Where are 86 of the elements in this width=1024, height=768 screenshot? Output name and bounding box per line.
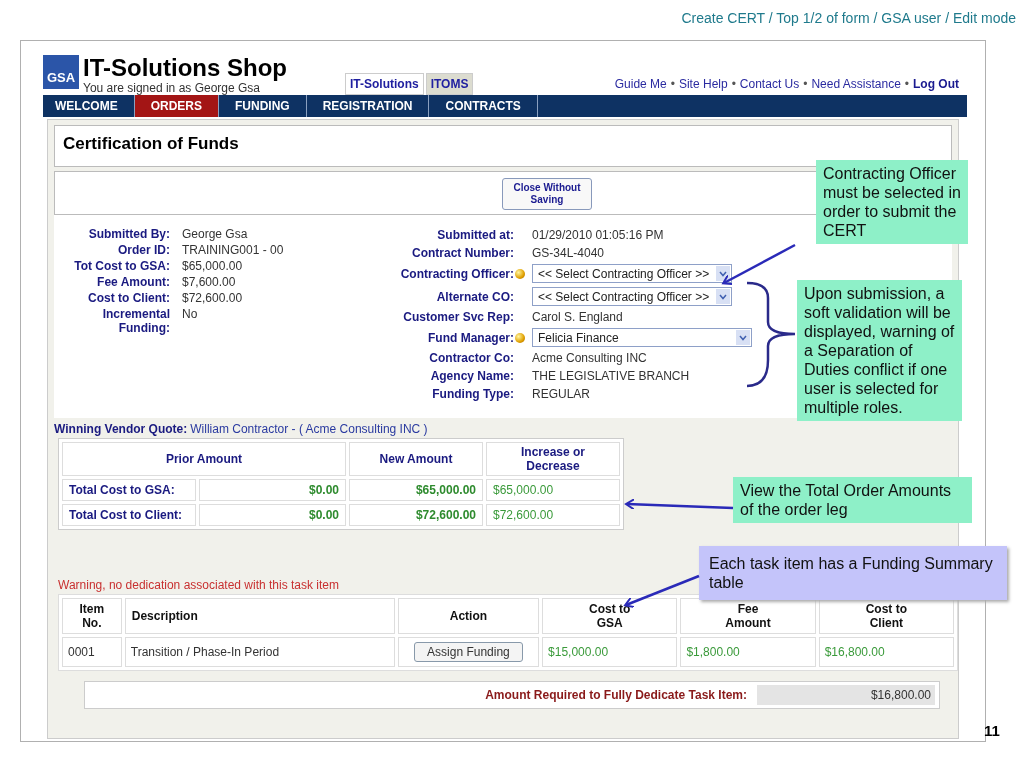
callout-note: View the Total Order Amounts of the order leg	[733, 477, 972, 523]
row-label: Total Cost to GSA:	[62, 479, 196, 501]
table-cell: $72,600.00	[349, 504, 483, 526]
table-cell: $16,800.00	[818, 637, 954, 667]
gsa-logo: GSA	[43, 55, 79, 89]
caret-icon	[716, 289, 730, 304]
callout-note: Each task item has a Funding Summary table	[699, 546, 1007, 600]
field-value: GS-34L-4040	[532, 246, 605, 260]
column-header: Action	[397, 598, 540, 634]
field-value: $72,600.00	[182, 291, 243, 306]
nav-item[interactable]: ORDERS	[134, 95, 219, 117]
field-value: REGULAR	[532, 387, 590, 401]
vendor-quote-label: Winning Vendor Quote:	[54, 422, 188, 436]
table-cell: $0.00	[199, 504, 346, 526]
column-header: Increase or Decrease	[486, 442, 620, 476]
field-label: Contracting Officer:	[399, 266, 514, 281]
field-value: THE LEGISLATIVE BRANCH	[532, 369, 690, 383]
warning-message: Warning, no dedication associated with this task item	[58, 578, 340, 592]
field-label: Incremental Funding:	[101, 307, 171, 335]
field-label: Contract Number:	[411, 246, 514, 260]
callout-note: Upon submission, a soft validation will be displayed, warning of a Separation of Duties conflict if one user is selected for multiple roles.	[797, 280, 962, 421]
field-value: TRAINING001 - 00	[182, 243, 284, 258]
header-link[interactable]: Guide Me	[614, 77, 667, 91]
field-value: Acme Consulting INC	[532, 351, 647, 365]
table-cell: Transition / Phase-In Period	[124, 637, 395, 667]
field-label: Cost to Client:	[87, 291, 171, 306]
field-label: Tot Cost to GSA:	[73, 259, 171, 274]
field-value: No	[182, 307, 198, 323]
callout-note: Contracting Officer must be selected in order to submit the CERT	[816, 160, 968, 244]
amount-required-label: Amount Required to Fully Dedicate Task Item:	[485, 688, 747, 702]
field-value: $7,600.00	[182, 275, 236, 290]
field-value: Carol S. England	[532, 310, 623, 324]
header-link[interactable]: Contact Us	[739, 77, 800, 91]
field-label: Contractor Co:	[428, 351, 514, 365]
signed-in-text: You are signed in as George Gsa	[83, 81, 261, 95]
column-header: Prior Amount	[62, 442, 346, 476]
caret-icon	[736, 330, 750, 345]
table-cell: $65,000.00	[349, 479, 483, 501]
caret-icon	[716, 266, 730, 281]
field-label: Order ID:	[117, 243, 171, 258]
table-cell: $0.00	[199, 479, 346, 501]
close-without-saving-button[interactable]: Close Without Saving	[502, 178, 592, 210]
field-label: Alternate CO:	[435, 289, 514, 304]
page-title: Certification of Funds	[54, 125, 952, 167]
column-header: Description	[124, 598, 395, 634]
table-cell: $65,000.00	[486, 479, 620, 501]
column-header: Item No.	[62, 598, 122, 634]
table-cell: $72,600.00	[486, 504, 620, 526]
field-label: Customer Svc Rep:	[402, 310, 514, 324]
table-cell: $1,800.00	[680, 637, 816, 667]
field-value: George Gsa	[182, 227, 248, 242]
field-label: Fee Amount:	[96, 275, 171, 290]
column-header: Cost to GSA	[542, 598, 678, 634]
link-separator: •	[904, 77, 909, 91]
field-label: Submitted at:	[436, 228, 514, 242]
page-number: 11	[984, 722, 1000, 739]
link-separator: •	[803, 77, 808, 91]
header-link[interactable]: Log Out	[913, 77, 959, 91]
table-cell: $15,000.00	[542, 637, 678, 667]
dropdown-field[interactable]: << Select Contracting Officer >>	[532, 264, 732, 283]
assign-funding-button[interactable]: Assign Funding	[414, 642, 523, 662]
dropdown-field[interactable]: << Select Contracting Officer >>	[532, 287, 732, 306]
slide-caption: Create CERT / Top 1/2 of form / GSA user / Edit mode	[681, 10, 1016, 26]
vendor-quote-value: William Contractor - ( Acme Consulting INC )	[190, 422, 428, 436]
header-link[interactable]: Need Assistance	[811, 77, 901, 91]
field-label: Funding Type:	[431, 387, 514, 401]
field-label: Submitted By:	[87, 227, 171, 242]
site-tab[interactable]: ITOMS	[425, 73, 474, 95]
nav-item[interactable]: REGISTRATION	[306, 95, 430, 117]
header-link[interactable]: Site Help	[678, 77, 728, 91]
table-cell: 0001	[62, 637, 122, 667]
nav-item[interactable]: FUNDING	[219, 95, 307, 117]
site-tab[interactable]: IT-Solutions	[345, 73, 424, 95]
field-value: 01/29/2010 01:05:16 PM	[532, 228, 664, 242]
field-label: Fund Manager:	[427, 330, 514, 345]
field-label: Agency Name:	[429, 369, 514, 383]
row-label: Total Cost to Client:	[62, 504, 196, 526]
nav-item[interactable]: WELCOME	[43, 95, 135, 117]
field-value: $65,000.00	[182, 259, 243, 274]
nav-item[interactable]: CONTRACTS	[429, 95, 538, 117]
link-separator: •	[731, 77, 736, 91]
dropdown-field[interactable]: Felicia Finance	[532, 328, 752, 347]
link-separator: •	[670, 77, 675, 91]
amount-required-value: $16,800.00	[757, 685, 935, 705]
site-title: IT-Solutions Shop	[83, 55, 287, 81]
column-header: New Amount	[349, 442, 483, 476]
